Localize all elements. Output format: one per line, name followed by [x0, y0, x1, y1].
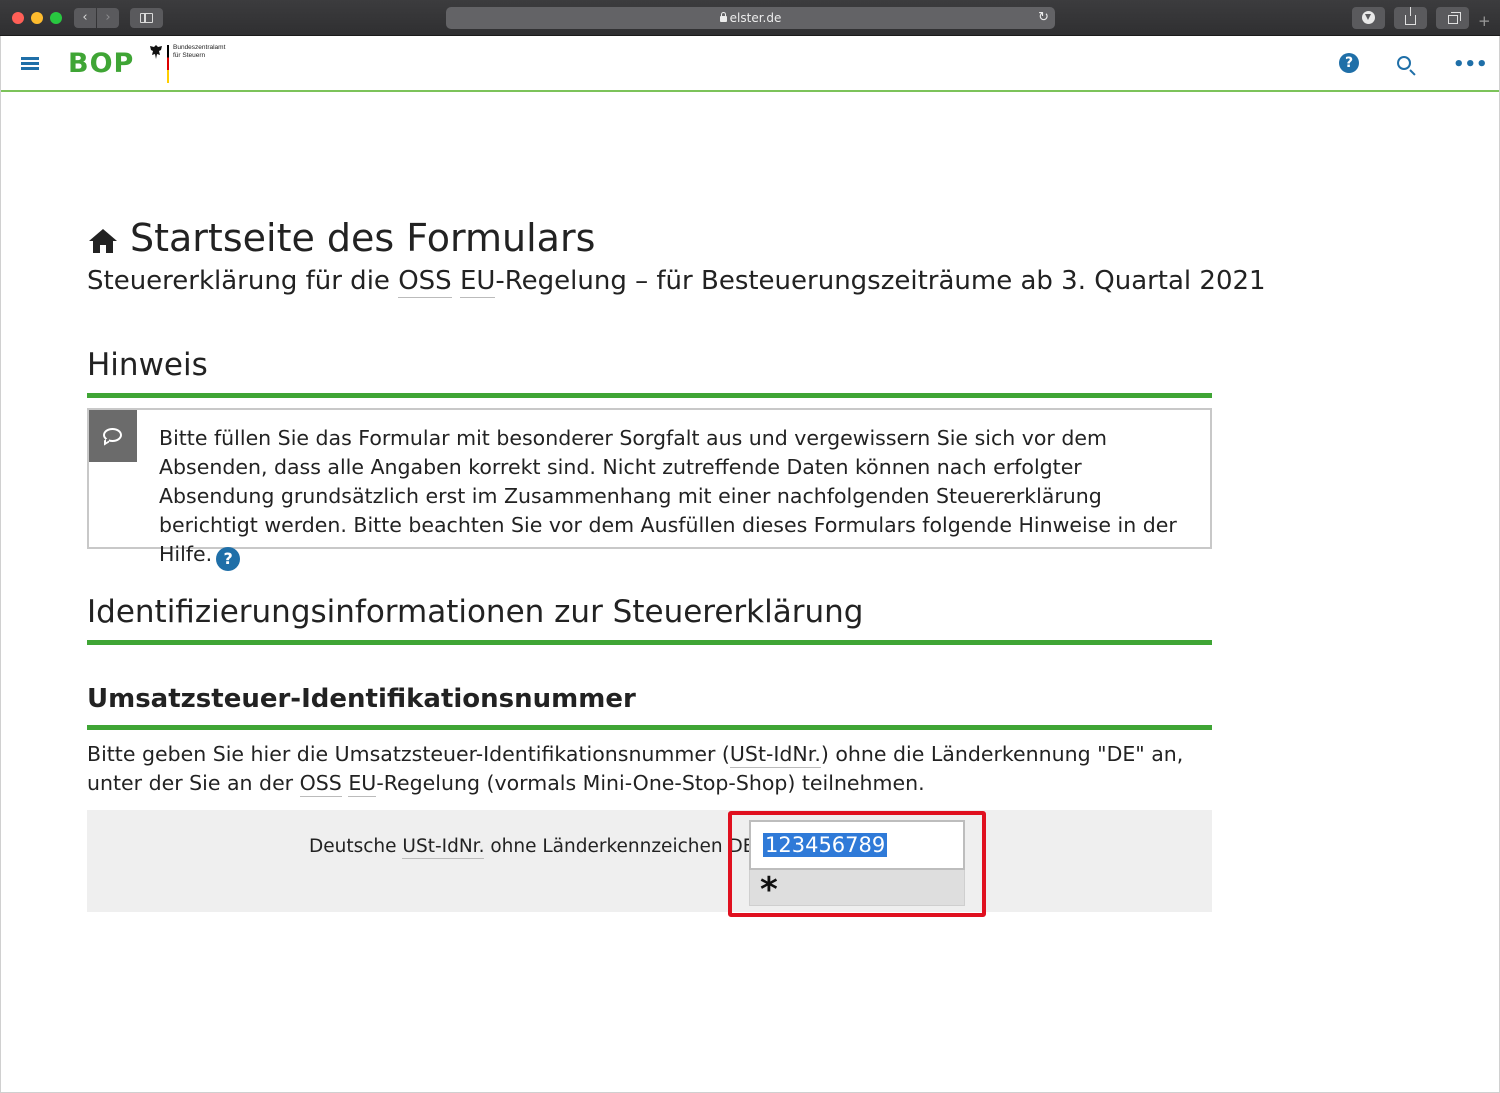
tab-overview-button[interactable] — [1436, 7, 1469, 29]
minimize-window-button[interactable] — [31, 12, 43, 24]
address-bar[interactable]: elster.de ↻ — [446, 7, 1055, 29]
label-text-start: Deutsche — [309, 836, 403, 857]
eu-abbreviation[interactable]: EU — [459, 266, 496, 298]
share-button[interactable] — [1394, 7, 1427, 29]
oss-abbreviation[interactable]: OSS — [398, 266, 452, 298]
highlight-frame — [728, 811, 986, 917]
notice-body: Bitte füllen Sie das Formular mit besond… — [159, 426, 1177, 566]
browser-toolbar: ‹ › elster.de ↻ + — [0, 0, 1500, 36]
back-button[interactable]: ‹ — [74, 8, 96, 28]
home-icon[interactable] — [88, 228, 118, 254]
vat-id-field-label: Deutsche USt-IdNr. ohne Länderkennzeiche… — [309, 836, 755, 859]
vat-id-divider — [87, 725, 1212, 730]
sidebar-icon — [140, 13, 153, 23]
bop-logo[interactable]: BOP — [68, 48, 134, 79]
agency-name-line2: für Steuern — [173, 52, 206, 59]
comment-icon — [89, 410, 137, 462]
vat-id-heading: Umsatzsteuer-Identifikationsnummer — [87, 684, 636, 714]
more-options-icon[interactable]: ••• — [1453, 54, 1488, 75]
reload-icon[interactable]: ↻ — [1038, 7, 1049, 29]
zoom-window-button[interactable] — [50, 12, 62, 24]
vat-id-form-row: Deutsche USt-IdNr. ohne Länderkennzeiche… — [87, 810, 1212, 912]
identification-heading: Identifizierungsinformationen zur Steuer… — [87, 594, 864, 630]
oss-abbreviation-2[interactable]: OSS — [299, 771, 342, 797]
forward-button[interactable]: › — [97, 8, 119, 28]
eu-abbreviation-2[interactable]: EU — [348, 771, 377, 797]
page-subtitle: Steuererklärung für die OSS EU-Regelung … — [87, 266, 1266, 298]
agency-name: Bundeszentralamt für Steuern — [173, 44, 225, 60]
url-text: elster.de — [729, 11, 782, 25]
share-icon — [1405, 7, 1416, 25]
ustid-abbreviation[interactable]: USt-IdNr. — [729, 742, 821, 768]
downloads-button[interactable] — [1352, 7, 1385, 29]
identification-divider — [87, 640, 1212, 645]
ustid-label-abbreviation[interactable]: USt-IdNr. — [402, 836, 485, 859]
hinweis-divider — [87, 393, 1212, 398]
help-question-icon[interactable]: ? — [216, 547, 241, 571]
page-title: Startseite des Formulars — [130, 216, 596, 260]
download-icon — [1362, 11, 1375, 24]
search-icon[interactable] — [1397, 56, 1411, 70]
app-header: BOP Bundeszentralamt für Steuern ? ••• — [1, 36, 1499, 92]
instructions-paragraph: Bitte geben Sie hier die Umsatzsteuer-Id… — [87, 740, 1212, 798]
subtitle-text-end: -Regelung – für Besteuerungszeiträume ab… — [495, 266, 1266, 296]
hinweis-heading: Hinweis — [87, 347, 208, 383]
notice-box: Bitte füllen Sie das Formular mit besond… — [87, 408, 1212, 571]
tabs-icon — [1447, 12, 1461, 24]
para-text-3: -Regelung (vormals Mini-One-Stop-Shop) t… — [376, 771, 925, 795]
new-tab-button[interactable]: + — [1478, 12, 1491, 30]
para-text-1: Bitte geben Sie hier die Umsatzsteuer-Id… — [87, 742, 730, 766]
lock-icon — [719, 12, 727, 22]
label-text-end: ohne Länderkennzeichen DE — [484, 836, 755, 857]
german-flag-bar — [167, 45, 169, 83]
agency-name-line1: Bundeszentralamt — [173, 44, 226, 51]
help-icon[interactable]: ? — [1339, 53, 1359, 73]
notice-text: Bitte füllen Sie das Formular mit besond… — [159, 424, 1199, 571]
page: BOP Bundeszentralamt für Steuern ? ••• S… — [0, 36, 1500, 1093]
sidebar-toggle-button[interactable] — [130, 8, 163, 28]
subtitle-text-start: Steuererklärung für die — [87, 266, 399, 296]
federal-eagle-icon — [149, 44, 163, 63]
close-window-button[interactable] — [12, 12, 24, 24]
menu-icon[interactable] — [21, 57, 39, 70]
